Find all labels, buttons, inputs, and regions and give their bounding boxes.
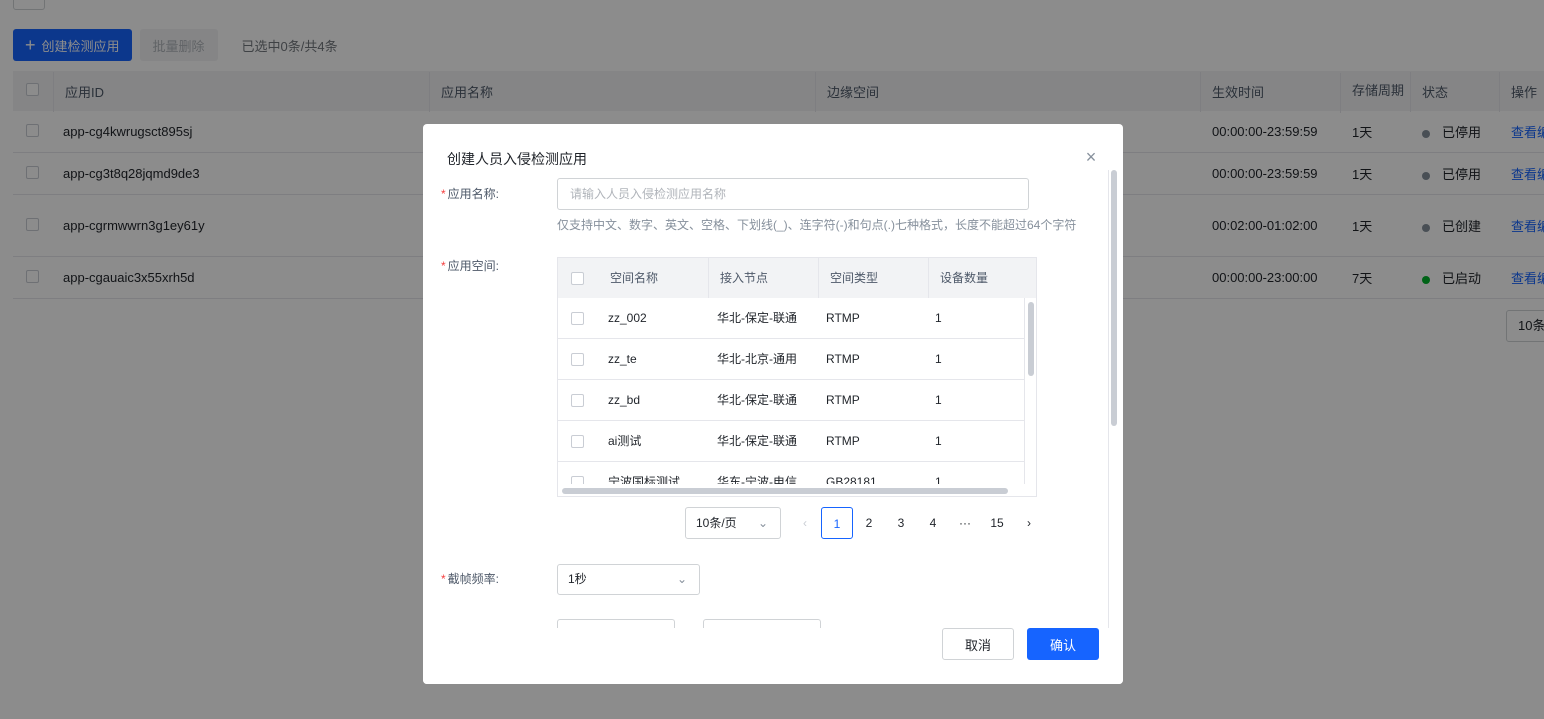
page-ellipsis[interactable]: ···: [949, 507, 981, 539]
page-item-2[interactable]: 2: [853, 507, 885, 539]
page-size-select[interactable]: 10条/页 ⌄: [685, 507, 781, 539]
confirm-button[interactable]: 确认: [1027, 628, 1099, 660]
close-icon[interactable]: ×: [1083, 148, 1099, 166]
space-type: RTMP: [826, 311, 860, 325]
app-name-label-text: 应用名称:: [447, 187, 500, 201]
space-count: 1: [935, 352, 942, 366]
space-type: RTMP: [826, 434, 860, 448]
space-type: RTMP: [826, 352, 860, 366]
space-name: zz_bd: [608, 393, 641, 407]
space-table-header: 空间名称 接入节点 空间类型 设备数量: [558, 258, 1036, 298]
space-table: 空间名称 接入节点 空间类型 设备数量 zz_002 华北-保定-联通 RTMP…: [557, 257, 1037, 497]
modal-scroll-track: [1108, 170, 1109, 630]
page-item-1[interactable]: 1: [821, 507, 853, 539]
frame-rate-label-text: 截帧频率:: [447, 572, 500, 586]
cancel-button[interactable]: 取消: [942, 628, 1014, 660]
chevron-down-icon: ⌄: [757, 516, 768, 530]
app-space-label: * 应用空间:: [441, 259, 500, 273]
space-type: RTMP: [826, 393, 860, 407]
col-space-name: 空间名称: [610, 271, 659, 285]
space-row-checkbox[interactable]: [571, 435, 584, 448]
space-row[interactable]: zz_bd 华北-保定-联通 RTMP 1: [558, 380, 1024, 421]
space-select-all-checkbox[interactable]: [571, 272, 584, 285]
page-item-3[interactable]: 3: [885, 507, 917, 539]
page-size-value: 10条/页: [696, 516, 737, 530]
space-node: 华北-北京-通用: [717, 352, 797, 366]
chevron-down-icon: ⌄: [676, 572, 687, 586]
col-space-type: 空间类型: [830, 271, 879, 285]
space-row[interactable]: ai测试 华北-保定-联通 RTMP 1: [558, 421, 1024, 462]
space-node: 华北-保定-联通: [717, 434, 797, 448]
space-name: zz_002: [608, 311, 647, 325]
col-device-count: 设备数量: [940, 271, 989, 285]
frame-rate-value: 1秒: [568, 572, 587, 586]
modal-scrollbar[interactable]: [1111, 170, 1117, 426]
page-item-15[interactable]: 15: [981, 507, 1013, 539]
space-row-checkbox[interactable]: [571, 353, 584, 366]
space-node: 华北-保定-联通: [717, 311, 797, 325]
app-name-input[interactable]: 请输入人员入侵检测应用名称: [557, 178, 1029, 210]
page-item-4[interactable]: 4: [917, 507, 949, 539]
col-access-node: 接入节点: [720, 271, 769, 285]
space-row[interactable]: zz_te 华北-北京-通用 RTMP 1: [558, 339, 1024, 380]
prev-page-icon[interactable]: ‹: [789, 507, 821, 539]
frame-rate-select[interactable]: 1秒 ⌄: [557, 564, 700, 595]
space-count: 1: [935, 393, 942, 407]
modal-footer: 取消 确认: [423, 628, 1123, 684]
app-name-hint: 仅支持中文、数字、英文、空格、下划线(_)、连字符(-)和句点(.)七种格式，长…: [557, 218, 1077, 232]
create-app-modal: 创建人员入侵检测应用 × * 应用名称: 请输入人员入侵检测应用名称 仅支持中文、…: [423, 124, 1123, 684]
space-row-checkbox[interactable]: [571, 394, 584, 407]
space-count: 1: [935, 434, 942, 448]
space-node: 华北-保定-联通: [717, 393, 797, 407]
next-page-icon[interactable]: ›: [1013, 507, 1045, 539]
space-count: 1: [935, 311, 942, 325]
space-table-vscroll-track: [1024, 298, 1025, 484]
space-table-vscrollbar[interactable]: [1028, 302, 1034, 376]
app-space-label-text: 应用空间:: [447, 259, 500, 273]
frame-rate-label: * 截帧频率:: [441, 572, 500, 586]
space-row[interactable]: zz_002 华北-保定-联通 RTMP 1: [558, 298, 1024, 339]
modal-title: 创建人员入侵检测应用: [447, 151, 587, 167]
space-name: ai测试: [608, 434, 642, 448]
space-name: zz_te: [608, 352, 637, 366]
space-pager: 10条/页 ⌄ ‹ 1 2 3 4 ··· 15 ›: [685, 507, 1045, 539]
space-table-hscrollbar[interactable]: [562, 488, 1008, 494]
space-row-checkbox[interactable]: [571, 312, 584, 325]
app-name-label: * 应用名称:: [441, 187, 500, 201]
